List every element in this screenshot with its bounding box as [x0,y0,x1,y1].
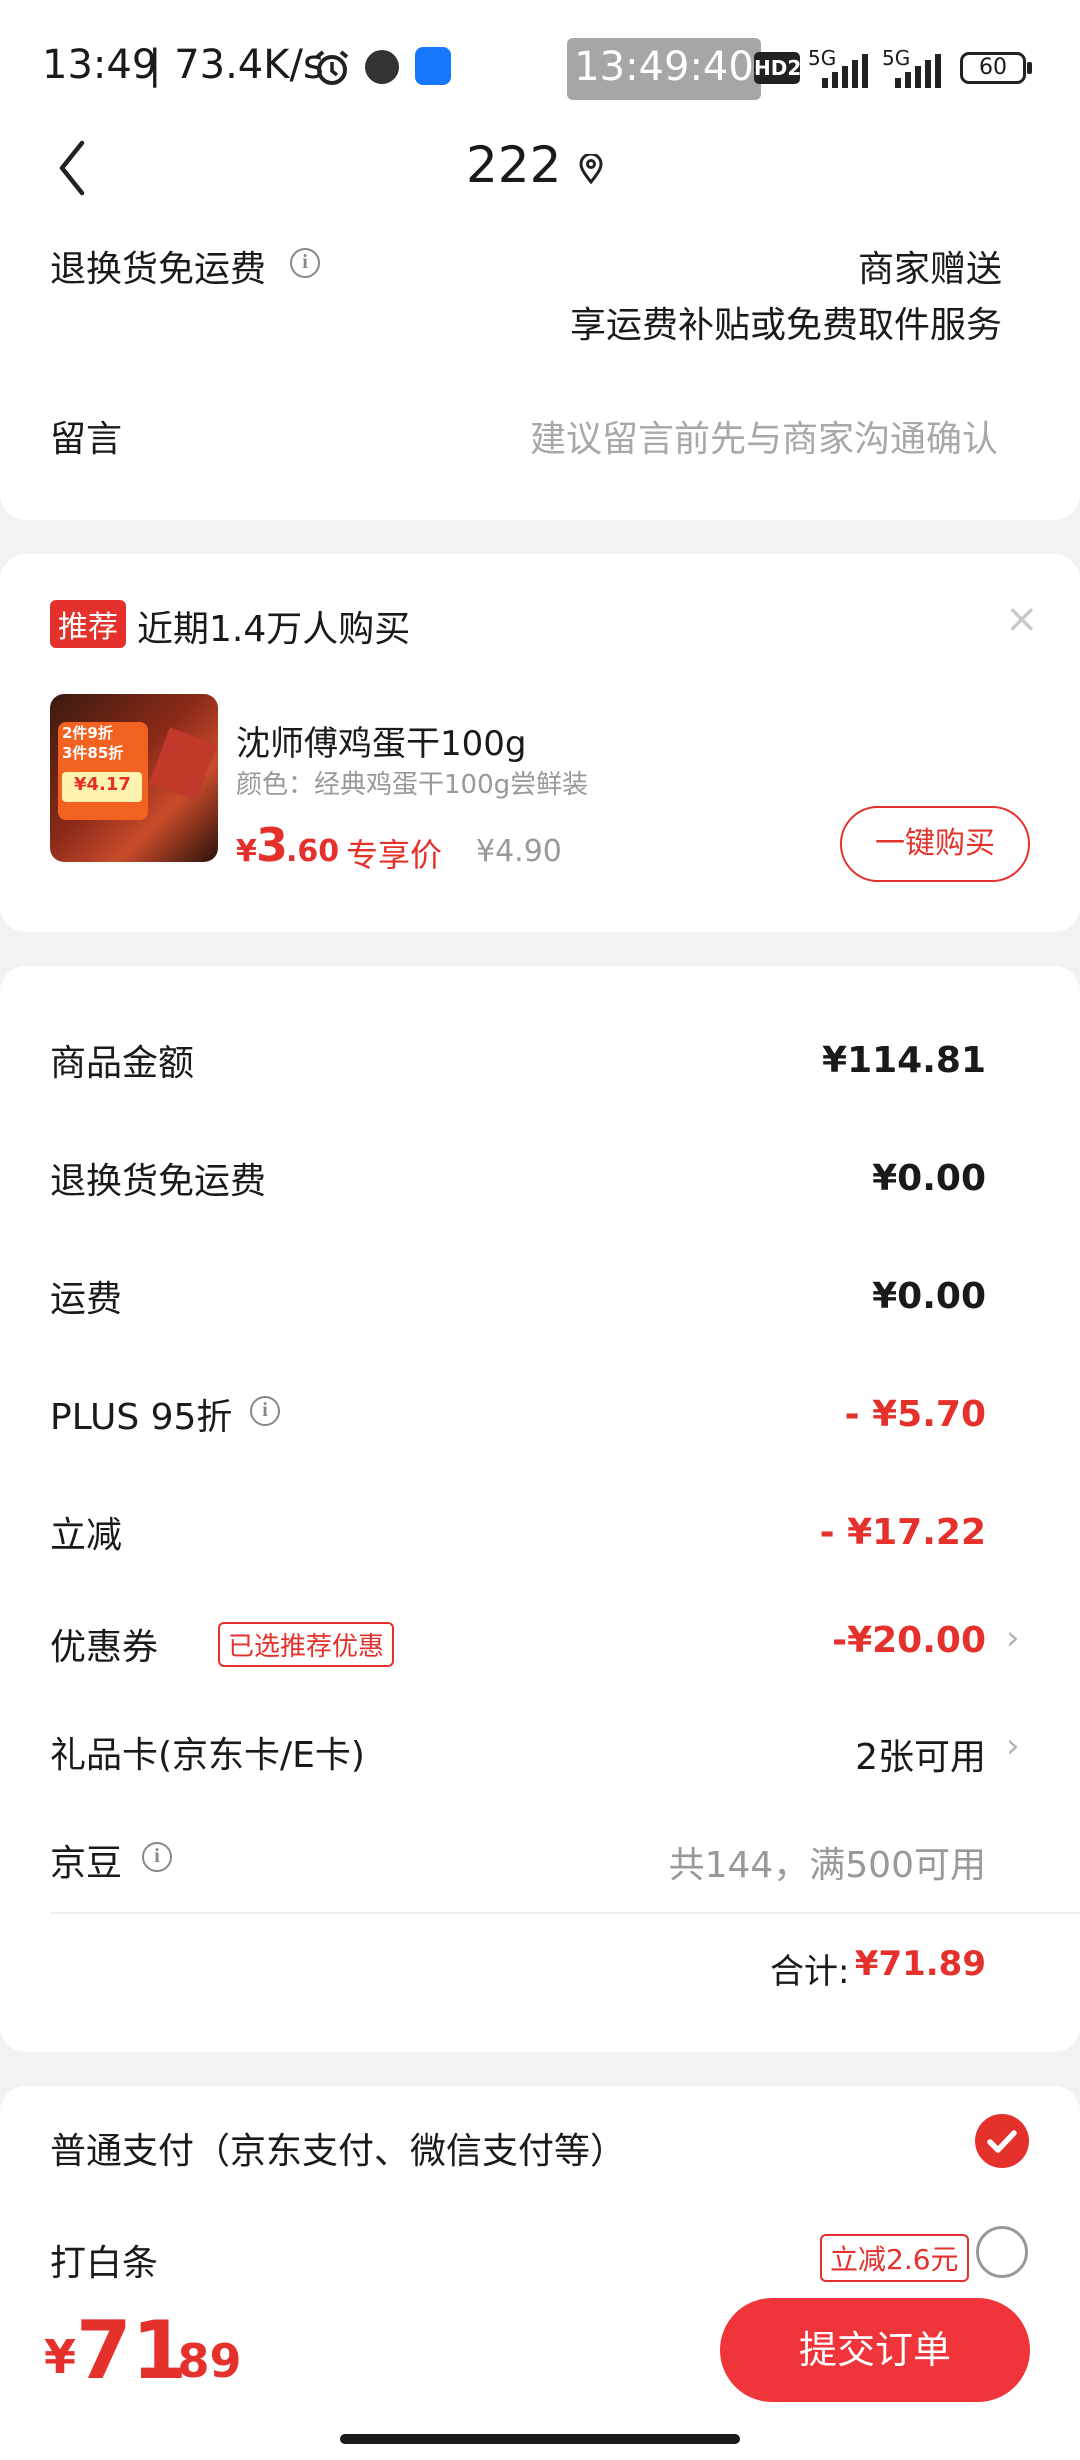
battery-icon: 60 [960,52,1026,84]
nav-title: 222 [466,136,562,194]
signal-icon-1 [820,54,868,92]
info-icon[interactable]: i [290,248,320,278]
row-label-coupon[interactable]: 优惠券 [50,1618,158,1670]
recommend-headline: 近期1.4万人购买 [137,609,411,650]
row-value-jingdou: 共144，满500可用 [668,1845,986,1886]
location-pin-icon [578,152,604,188]
product-name[interactable]: 沈师傅鸡蛋干100g [236,716,526,765]
product-price-dec: .60 [286,834,340,869]
status-network-speed: | 73.4K/s [148,42,324,88]
baitiao-radio[interactable] [976,2226,1028,2278]
total-value: ¥71.89 [854,1944,986,1984]
recommend-tag: 推荐 [50,600,126,648]
divider [50,1912,1080,1914]
product-original-price: ¥4.90 [476,834,562,869]
row-label-gift-card[interactable]: 礼品卡(京东卡/E卡) [50,1726,365,1778]
row-value-free-return: ¥0.00 [872,1158,986,1199]
bottom-price-dec: .89 [160,2334,242,2388]
clock-overlay: 13:49:40 [574,44,754,90]
bottom-price-symbol: ¥ [44,2330,77,2384]
normal-pay-label[interactable]: 普通支付（京东支付、微信支付等） [50,2122,626,2174]
product-thumbnail[interactable]: 2件9折 3件85折 ¥4.17 [50,694,218,862]
thumb-text-1: 2件9折 [62,724,113,742]
baitiao-tag: 立减2.6元 [820,2234,969,2282]
app-notification-icon [365,50,399,84]
row-label-instant-reduction: 立减 [50,1515,123,1556]
free-return-value-line2: 享运费补贴或免费取件服务 [569,305,1002,346]
total-label: 合计: [770,1952,850,1992]
app-notification-icon-blue [415,47,451,85]
info-icon[interactable]: i [142,1842,172,1872]
thumb-text-2: 3件85折 [62,744,124,762]
row-label-plus-discount: PLUS 95折 [50,1397,233,1438]
submit-order-button[interactable]: 提交订单 [720,2298,1030,2402]
alarm-icon [312,48,352,92]
product-spec: 颜色：经典鸡蛋干100g尝鲜装 [236,770,589,800]
product-price-int: 3 [256,818,289,872]
free-return-value-line1: 商家赠送 [857,249,1002,290]
free-return-label: 退换货免运费 [50,249,267,290]
thumb-price: ¥4.17 [74,774,131,795]
row-value-shipping: ¥0.00 [872,1276,986,1317]
price-summary-card [0,966,1080,2052]
row-label-goods-amount: 商品金额 [50,1043,195,1084]
message-input[interactable]: 建议留言前先与商家沟通确认 [530,410,998,462]
row-value-goods-amount: ¥114.81 [822,1040,986,1081]
row-value-coupon[interactable]: -¥20.00 [832,1620,986,1661]
one-click-buy-button[interactable]: 一键购买 [840,806,1030,882]
signal-icon-2 [893,54,949,92]
message-label: 留言 [50,419,123,460]
check-icon[interactable] [975,2114,1029,2168]
product-price-tag: 专享价 [346,836,443,874]
coupon-tag: 已选推荐优惠 [218,1622,395,1667]
home-indicator[interactable] [340,2434,740,2444]
hd-icon: HD2 [754,52,801,84]
row-value-plus-discount: - ¥5.70 [844,1394,986,1435]
chevron-right-icon[interactable]: › [1006,1726,1020,1766]
battery-tip [1027,62,1032,74]
product-price-symbol: ¥ [236,834,257,869]
chevron-right-icon[interactable]: › [1006,1618,1020,1658]
close-icon[interactable]: × [1005,596,1039,642]
info-icon[interactable]: i [250,1396,280,1426]
row-value-instant-reduction: - ¥17.22 [819,1512,986,1553]
row-label-jingdou: 京豆 [50,1843,123,1884]
baitiao-label[interactable]: 打白条 [50,2234,158,2286]
row-label-shipping: 运费 [50,1279,123,1320]
row-label-free-return: 退换货免运费 [50,1161,267,1202]
back-arrow-icon[interactable] [54,138,90,202]
row-value-gift-card[interactable]: 2张可用 [855,1728,986,1780]
status-time: 13:49 [42,42,158,88]
